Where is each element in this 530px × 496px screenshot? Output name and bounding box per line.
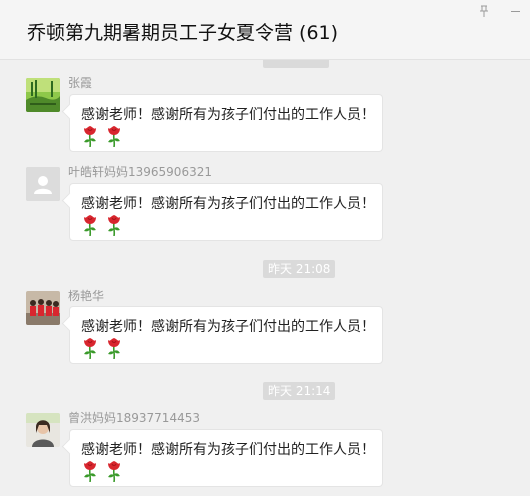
pin-icon[interactable] (476, 4, 492, 18)
message-bubble[interactable]: 感谢老师！感谢所有为孩子们付出的工作人员！ (69, 183, 383, 241)
chat-title: 乔顿第九期暑期员工子女夏令营 (61) (27, 22, 339, 44)
rose-emoji-icon (107, 214, 121, 236)
minimize-icon[interactable] (508, 4, 524, 18)
sender-name: 曾洪妈妈18937714453 (68, 411, 200, 425)
sender-name: 杨艳华 (68, 289, 105, 303)
avatar-group-photo-icon[interactable] (26, 291, 60, 325)
rose-emoji-icon (107, 125, 121, 147)
sender-name: 张霞 (68, 76, 93, 90)
message-text: 感谢老师！感谢所有为孩子们付出的工作人员！ (81, 442, 375, 458)
timestamp-partial (263, 60, 329, 68)
message-bubble[interactable]: 感谢老师！感谢所有为孩子们付出的工作人员！ (69, 306, 383, 364)
chat-message-list[interactable]: 张霞 感谢老师！感谢所有为孩子们付出的工作人员！ 叶皓轩妈妈1396590632… (0, 60, 530, 496)
message-bubble[interactable]: 感谢老师！感谢所有为孩子们付出的工作人员！ (69, 429, 383, 487)
rose-emoji-icon (107, 460, 121, 482)
avatar-landscape-icon[interactable] (26, 78, 60, 112)
rose-emoji-icon (83, 337, 97, 359)
message-text: 感谢老师！感谢所有为孩子们付出的工作人员！ (81, 107, 375, 123)
sender-name: 叶皓轩妈妈13965906321 (68, 165, 212, 179)
avatar-portrait-icon[interactable] (26, 413, 60, 447)
rose-emoji-icon (83, 460, 97, 482)
default-avatar-icon[interactable] (26, 167, 60, 201)
chat-header: 乔顿第九期暑期员工子女夏令营 (61) (0, 0, 530, 60)
rose-emoji-icon (83, 125, 97, 147)
message-text: 感谢老师！感谢所有为孩子们付出的工作人员！ (81, 196, 375, 212)
timestamp: 昨天 21:08 (263, 260, 336, 278)
rose-emoji-icon (107, 337, 121, 359)
rose-emoji-icon (83, 214, 97, 236)
timestamp: 昨天 21:14 (263, 382, 336, 400)
message-bubble[interactable]: 感谢老师！感谢所有为孩子们付出的工作人员！ (69, 94, 383, 152)
message-text: 感谢老师！感谢所有为孩子们付出的工作人员！ (81, 319, 375, 335)
